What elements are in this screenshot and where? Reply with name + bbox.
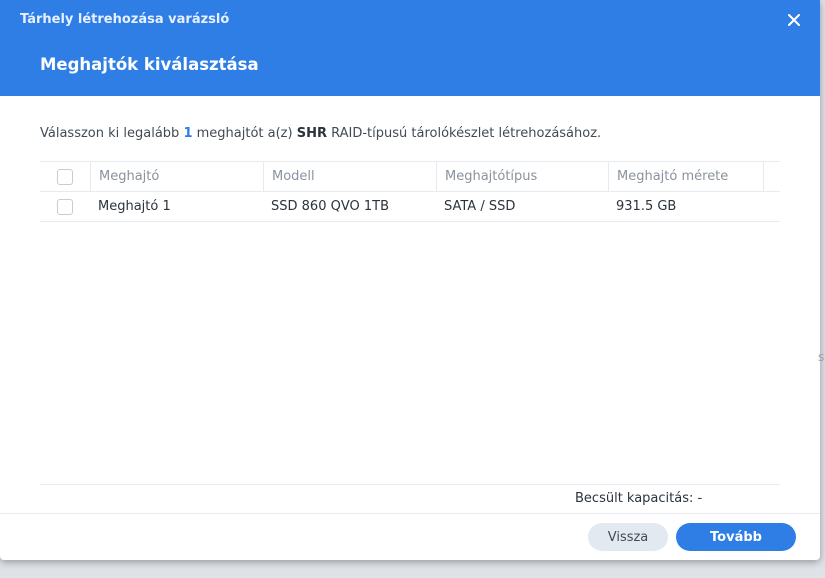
min-drive-count: 1 (183, 126, 193, 141)
row-checkbox[interactable] (57, 198, 73, 215)
estimated-capacity: Becsült kapacitás: - (575, 491, 703, 506)
wizard-header: Tárhely létrehozása varázsló Meghajtók k… (0, 0, 820, 96)
cell-drive-type: SATA / SSD (444, 199, 516, 214)
instruction-text: Válasszon ki legalább 1 meghajtót a(z) S… (40, 126, 601, 141)
instruction-part3: RAID-típusú tárolókészlet létrehozásához… (326, 126, 602, 141)
table-header-row: Meghajtó Modell Meghajtótípus Meghajtó m… (40, 161, 780, 192)
select-all-cell (40, 162, 90, 191)
footer-divider (0, 513, 820, 514)
background-text-fragment: s (818, 350, 825, 364)
next-button[interactable]: Tovább (676, 523, 796, 551)
table-row[interactable]: Meghajtó 1 SSD 860 QVO 1TB SATA / SSD 93… (40, 192, 780, 222)
back-button[interactable]: Vissza (588, 523, 668, 551)
window-title: Tárhely létrehozása varázsló (20, 12, 230, 27)
cell-model: SSD 860 QVO 1TB (271, 199, 389, 214)
instruction-part1: Válasszon ki legalább (40, 126, 184, 141)
row-check-cell (40, 192, 90, 221)
close-icon (788, 11, 800, 30)
cell-drive-name: Meghajtó 1 (98, 199, 171, 214)
column-header-drive[interactable]: Meghajtó (90, 162, 263, 191)
column-header-type[interactable]: Meghajtótípus (436, 162, 608, 191)
column-header-size[interactable]: Meghajtó mérete (608, 162, 763, 191)
raid-type: SHR (296, 126, 327, 141)
cell-filler (763, 192, 780, 221)
divider (40, 484, 780, 485)
cell-drive-size: 931.5 GB (616, 199, 677, 214)
drive-table: Meghajtó Modell Meghajtótípus Meghajtó m… (40, 161, 780, 222)
wizard-window: Tárhely létrehozása varázsló Meghajtók k… (0, 0, 820, 560)
close-button[interactable] (782, 8, 806, 32)
step-title: Meghajtók kiválasztása (40, 55, 259, 74)
select-all-checkbox[interactable] (57, 168, 73, 185)
column-header-model[interactable]: Modell (263, 162, 436, 191)
instruction-part2: meghajtót a(z) (192, 126, 297, 141)
column-header-filler (763, 162, 780, 191)
